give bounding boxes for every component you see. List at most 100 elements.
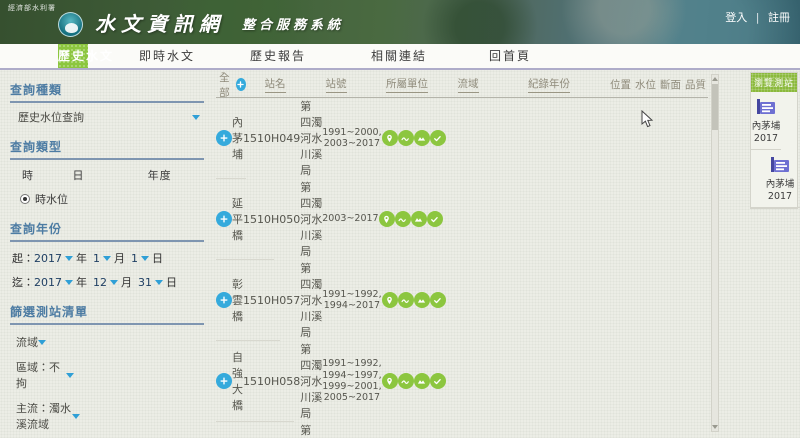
query-mode-tabs: 時 日 年度 [22,167,204,183]
mode-tab-year[interactable]: 年度 [148,167,204,183]
table-column-header-years[interactable]: 紀錄年份 [490,76,608,93]
radio-icon [20,194,30,204]
water-level-icon[interactable] [397,292,414,308]
radio-label: 時水位 [35,193,68,206]
quality-check-icon[interactable] [429,373,446,389]
location-pin-icon[interactable] [378,211,395,227]
water-level-icon[interactable] [394,211,411,227]
register-link[interactable]: 註冊 [768,11,790,24]
location-pin-icon[interactable] [381,373,398,389]
add-station-icon[interactable] [216,211,232,227]
chevron-down-icon[interactable] [110,279,118,285]
year-select[interactable]: 2017 [34,252,62,265]
station-name: 自強大橋 [232,351,243,412]
filter-dropdown-basin[interactable]: 流域 [16,334,46,350]
quality-check-icon[interactable] [429,130,446,146]
month-select[interactable]: 12 [93,276,107,289]
add-station-cell [216,292,232,308]
cross-section-icon[interactable] [413,130,430,146]
quality-check-icon[interactable] [429,292,446,308]
station-record-years: 2003~2017 [322,213,379,225]
query-category-dropdown[interactable]: 歷史水位查詢 [18,109,200,125]
scroll-up-icon[interactable] [712,77,718,81]
cross-section-icon[interactable] [410,211,427,227]
station-name: 延平橋 [232,197,243,242]
add-station-cell [216,211,232,227]
water-level-icon[interactable] [397,373,414,389]
table-scrollbar[interactable] [711,74,719,432]
add-all-icon[interactable] [235,78,246,91]
radio-hourly-water-level[interactable]: 時水位 [20,191,204,207]
table-column-header-quality: 品質 [685,79,706,91]
nav-tab-home[interactable]: 回首頁 [488,44,532,68]
add-station-icon[interactable] [216,373,232,389]
location-pin-icon[interactable] [381,130,398,146]
station-basin: 濁水溪 [311,197,323,242]
location-pin-icon[interactable] [381,292,398,308]
table-body: 內茅埔 1510H049 第四河川局 濁水溪 1991~2000, 2003~2… [216,98,708,438]
table-column-header-unit[interactable]: 所屬單位 [368,76,446,93]
day-select[interactable]: 31 [138,276,152,289]
site-title[interactable]: 水文資訊網 [95,8,225,37]
quality-check-icon[interactable] [426,211,443,227]
browse-station-item[interactable]: 內茅埔 2017 [751,92,781,150]
add-station-cell [216,130,232,146]
filter-dropdown-region[interactable]: 區域：不拘 [16,359,74,391]
station-id: 1510H049 [243,131,301,145]
water-level-cell [397,130,414,146]
station-row: 玉峰橋 1510H063 第四河川局 濁水溪 1994~2017 [216,422,311,438]
year-unit: 年 [76,276,87,289]
browse-station-year: 2017 [767,190,793,202]
filter-dropdown-label: 流域 [16,336,38,349]
table-column-header-name[interactable]: 站名 [246,76,304,93]
date-row-to: 迄： 2017 年 12 月 31 日 [12,274,177,290]
nav-tab-related-links[interactable]: 相關連結 [360,44,438,68]
section-title-query-years: 查詢年份 [10,215,204,242]
browse-panel-title: 瀏覽測站 [751,73,797,92]
browse-station-name: 內茅埔 [765,178,795,190]
cross-section-icon[interactable] [413,292,430,308]
chevron-down-icon[interactable] [103,255,111,261]
cross-section-icon[interactable] [413,373,430,389]
station-basin: 濁水溪 [311,359,323,404]
water-level-icon[interactable] [397,130,414,146]
station-unit: 第四河川局 [300,262,312,339]
year-unit: 年 [76,252,87,265]
station-id: 1510H058 [243,374,301,388]
scrollbar-thumb[interactable] [712,84,718,130]
quality-cell [426,211,443,227]
filter-dropdown-mainstream[interactable]: 主流：濁水溪流域 [16,400,80,432]
scroll-down-icon[interactable] [712,425,718,429]
station-unit: 第四河川局 [300,343,312,420]
station-name: 內茅埔 [232,116,243,161]
chevron-down-icon[interactable] [141,255,149,261]
year-select[interactable]: 2017 [34,276,62,289]
add-station-icon[interactable] [216,292,232,308]
date-range-rows: 起： 2017 年 1 月 1 日 迄： 2017 年 12 月 31 日 [10,250,204,290]
mode-tab-hour[interactable]: 時 [22,167,48,183]
station-unit: 第四河川局 [300,100,312,177]
chevron-down-icon[interactable] [65,255,73,261]
login-link[interactable]: 登入 [725,11,747,24]
table-column-header-all[interactable]: 全部 [216,72,246,100]
nav-tab-history-hydrology[interactable]: 歷史水文 [58,44,112,68]
auth-links: 登入 | 註冊 [725,9,790,25]
day-select[interactable]: 1 [131,252,138,265]
chevron-down-icon[interactable] [65,279,73,285]
page: 經濟部水利署 水文資訊網 整合服務系統 登入 | 註冊 歷史水文 即時水文 歷史… [0,0,800,438]
station-filter-dropdowns: 流域 區域：不拘 主流：濁水溪流域 [10,334,204,432]
table-column-header-basin[interactable]: 流域 [446,76,490,93]
add-station-icon[interactable] [216,130,232,146]
section-title-query-category: 查詢種類 [10,76,204,103]
chevron-down-icon[interactable] [155,279,163,285]
nav-tab-realtime-hydrology[interactable]: 即時水文 [138,44,196,68]
nav-tab-history-reports[interactable]: 歷史報告 [246,44,310,68]
month-select[interactable]: 1 [93,252,100,265]
cross-section-cell [413,373,430,389]
browse-station-item[interactable]: 內茅埔 2017 [751,150,800,208]
browse-station-year: 2017 [753,132,779,144]
mode-tab-day[interactable]: 日 [72,167,123,183]
day-unit: 日 [166,276,177,289]
chevron-down-icon [192,114,200,120]
table-column-header-id[interactable]: 站號 [304,76,368,93]
